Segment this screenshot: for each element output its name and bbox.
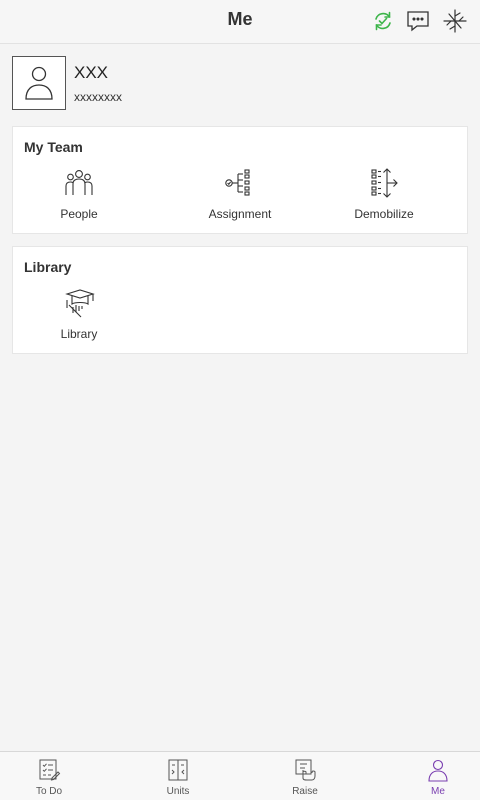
tab-raise-label: Raise [292,786,318,797]
network-button[interactable] [442,8,468,34]
assignment-icon [224,167,256,199]
units-icon [166,758,190,782]
sync-button[interactable] [370,8,396,34]
assignment-label: Assignment [208,207,272,221]
top-nav-bar: Me [0,0,480,44]
library-tile[interactable]: Library [19,287,139,343]
tab-me[interactable]: Me [398,758,478,797]
people-icon [63,167,95,199]
people-tile[interactable]: People [19,167,139,223]
profile-name: XXX [74,63,109,82]
sync-icon [370,8,396,34]
library-label: Library [60,327,98,341]
library-icon [63,287,95,319]
assignment-tile[interactable]: Assignment [180,167,300,223]
chat-icon [405,8,431,34]
tab-units-label: Units [166,786,190,797]
avatar[interactable] [12,56,66,110]
demobilize-tile[interactable]: Demobilize [324,167,444,223]
tab-to-do[interactable]: To Do [9,758,89,797]
my-team-title: My Team [24,139,83,155]
my-team-card: My Team People Assignment Demobilize [12,126,468,234]
raise-icon [293,758,317,782]
profile-header[interactable]: XXX xxxxxxxx [12,56,468,110]
bottom-tab-bar: To Do Units Raise Me [0,751,480,800]
tab-units[interactable]: Units [138,758,218,797]
library-title: Library [24,259,72,275]
chat-button[interactable] [405,8,431,34]
tab-raise[interactable]: Raise [265,758,345,797]
user-avatar-icon [13,57,65,109]
profile-subtitle: xxxxxxxx [74,90,122,104]
people-label: People [60,207,98,221]
library-card: Library Library [12,246,468,354]
demobilize-label: Demobilize [354,207,414,221]
tab-to-do-label: To Do [35,786,63,797]
demobilize-icon [368,167,400,199]
network-icon [442,8,468,34]
tab-me-label: Me [431,786,445,797]
me-icon [426,758,450,782]
todo-icon [37,758,61,782]
